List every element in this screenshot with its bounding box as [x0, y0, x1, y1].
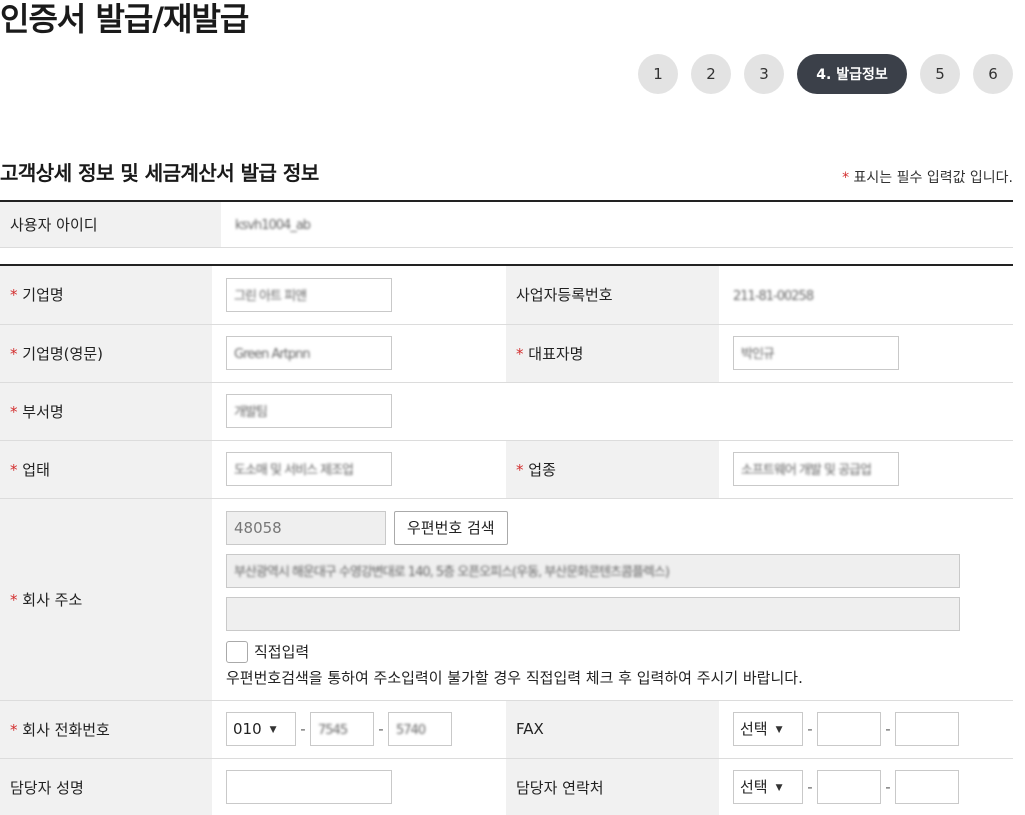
company-phone-prefix-select[interactable]: 010 ▼: [226, 712, 296, 746]
required-note: * 표시는 필수 입력값 입니다.: [842, 167, 1013, 187]
company-phone-last-input[interactable]: 5740: [388, 712, 452, 746]
user-id-value: ksvh1004_ab: [221, 202, 1013, 248]
ceo-name-value: 박인규: [741, 347, 775, 362]
address1-value: 부산광역시 해운대구 수영강변대로 140, 5층 오픈오피스(우동, 부산문화…: [234, 564, 670, 580]
zipcode-input[interactable]: 48058: [226, 510, 386, 545]
chevron-down-icon: ▼: [269, 724, 277, 735]
required-mark: *: [842, 170, 850, 186]
business-no-value: 211-81-00258: [719, 266, 1013, 325]
business-item-value: 소프트웨어 개발 및 공급업: [741, 463, 872, 478]
zipcode-search-button[interactable]: 우편번호 검색: [394, 510, 508, 545]
ceo-name-input[interactable]: 박인규: [733, 336, 899, 370]
step-3: 3: [744, 54, 784, 94]
manager-contact-label: 담당자 연락처: [506, 758, 719, 815]
address-label-text: 회사 주소: [22, 590, 83, 609]
business-item-input[interactable]: 소프트웨어 개발 및 공급업: [733, 452, 899, 486]
step-5: 5: [920, 54, 960, 94]
ceo-name-label-text: 대표자명: [528, 344, 584, 363]
fax-middle-input[interactable]: [817, 712, 881, 746]
user-id-text: ksvh1004_ab: [235, 218, 311, 234]
company-name-en-label-text: 기업명(영문): [22, 344, 103, 363]
business-type-label-text: 업태: [22, 460, 50, 479]
manager-contact-prefix-select[interactable]: 선택 ▼: [733, 770, 803, 804]
manager-contact-middle-input[interactable]: [817, 770, 881, 804]
department-label-text: 부서명: [22, 402, 64, 421]
company-phone-label: * 회사 전화번호: [0, 700, 212, 759]
address-notice: 우편번호검색을 통하여 주소입력이 불가할 경우 직접입력 체크 후 입력하여 …: [226, 668, 803, 687]
required-note-text: 표시는 필수 입력값 입니다.: [853, 170, 1013, 186]
business-type-label: * 업태: [0, 440, 212, 499]
company-name-en-value: Green Artpnn: [234, 347, 311, 362]
chevron-down-icon: ▼: [775, 724, 783, 735]
business-item-label: * 업종: [506, 440, 719, 499]
page-title: 인증서 발급/재발급: [0, 0, 249, 38]
department-label: * 부서명: [0, 382, 212, 441]
step-1: 1: [638, 54, 678, 94]
required-mark: *: [516, 460, 524, 479]
fax-last-input[interactable]: [895, 712, 959, 746]
address2-input[interactable]: [226, 596, 960, 631]
step-2: 2: [691, 54, 731, 94]
step-4-current: 4. 발급정보: [797, 54, 907, 94]
section-title: 고객상세 정보 및 세금계산서 발급 정보: [0, 161, 319, 185]
fax-prefix-value: 선택: [740, 720, 768, 738]
business-no-text: 211-81-00258: [733, 288, 814, 304]
required-mark: *: [10, 286, 18, 305]
required-mark: *: [10, 720, 18, 739]
manager-contact-prefix-value: 선택: [740, 778, 768, 796]
user-id-table: 사용자 아이디 ksvh1004_ab: [0, 202, 1013, 248]
direct-input-label: 직접입력: [254, 643, 310, 661]
required-mark: *: [10, 402, 18, 421]
manager-name-label: 담당자 성명: [0, 758, 212, 815]
business-type-value: 도소매 및 서비스 제조업: [234, 463, 354, 478]
required-mark: *: [10, 590, 18, 609]
business-item-label-text: 업종: [528, 460, 556, 479]
department-input[interactable]: 개발팀: [226, 394, 392, 428]
manager-name-input[interactable]: [226, 770, 392, 804]
company-name-label: * 기업명: [0, 266, 212, 325]
company-name-value: 그린 아트 피앤: [234, 288, 307, 304]
business-no-label: 사업자등록번호: [506, 266, 719, 325]
company-phone-middle-value: 7545: [318, 723, 348, 738]
address1-input[interactable]: 부산광역시 해운대구 수영강변대로 140, 5층 오픈오피스(우동, 부산문화…: [226, 553, 960, 588]
company-phone-label-text: 회사 전화번호: [22, 720, 110, 739]
ceo-name-label: * 대표자명: [506, 324, 719, 383]
step-indicator: 1 2 3 4. 발급정보 5 6: [638, 54, 1013, 94]
company-phone-last-value: 5740: [396, 723, 426, 738]
fax-prefix-select[interactable]: 선택 ▼: [733, 712, 803, 746]
company-phone-middle-input[interactable]: 7545: [310, 712, 374, 746]
required-mark: *: [516, 344, 524, 363]
department-value: 개발팀: [234, 405, 268, 420]
company-name-input[interactable]: 그린 아트 피앤: [226, 277, 392, 312]
address-label: * 회사 주소: [0, 498, 212, 701]
required-mark: *: [10, 460, 18, 479]
company-name-en-label: * 기업명(영문): [0, 324, 212, 383]
company-name-label-text: 기업명: [22, 286, 64, 305]
company-info-table: * 기업명 그린 아트 피앤 사업자등록번호 211-81-00258 * 기업…: [0, 266, 1013, 815]
fax-label: FAX: [506, 700, 719, 759]
company-name-en-input[interactable]: Green Artpnn: [226, 336, 392, 370]
chevron-down-icon: ▼: [775, 782, 783, 793]
manager-contact-last-input[interactable]: [895, 770, 959, 804]
required-mark: *: [10, 344, 18, 363]
company-phone-prefix-value: 010: [233, 720, 262, 738]
business-type-input[interactable]: 도소매 및 서비스 제조업: [226, 452, 392, 486]
step-6: 6: [973, 54, 1013, 94]
direct-input-checkbox[interactable]: [226, 640, 248, 663]
user-id-label: 사용자 아이디: [0, 202, 221, 248]
